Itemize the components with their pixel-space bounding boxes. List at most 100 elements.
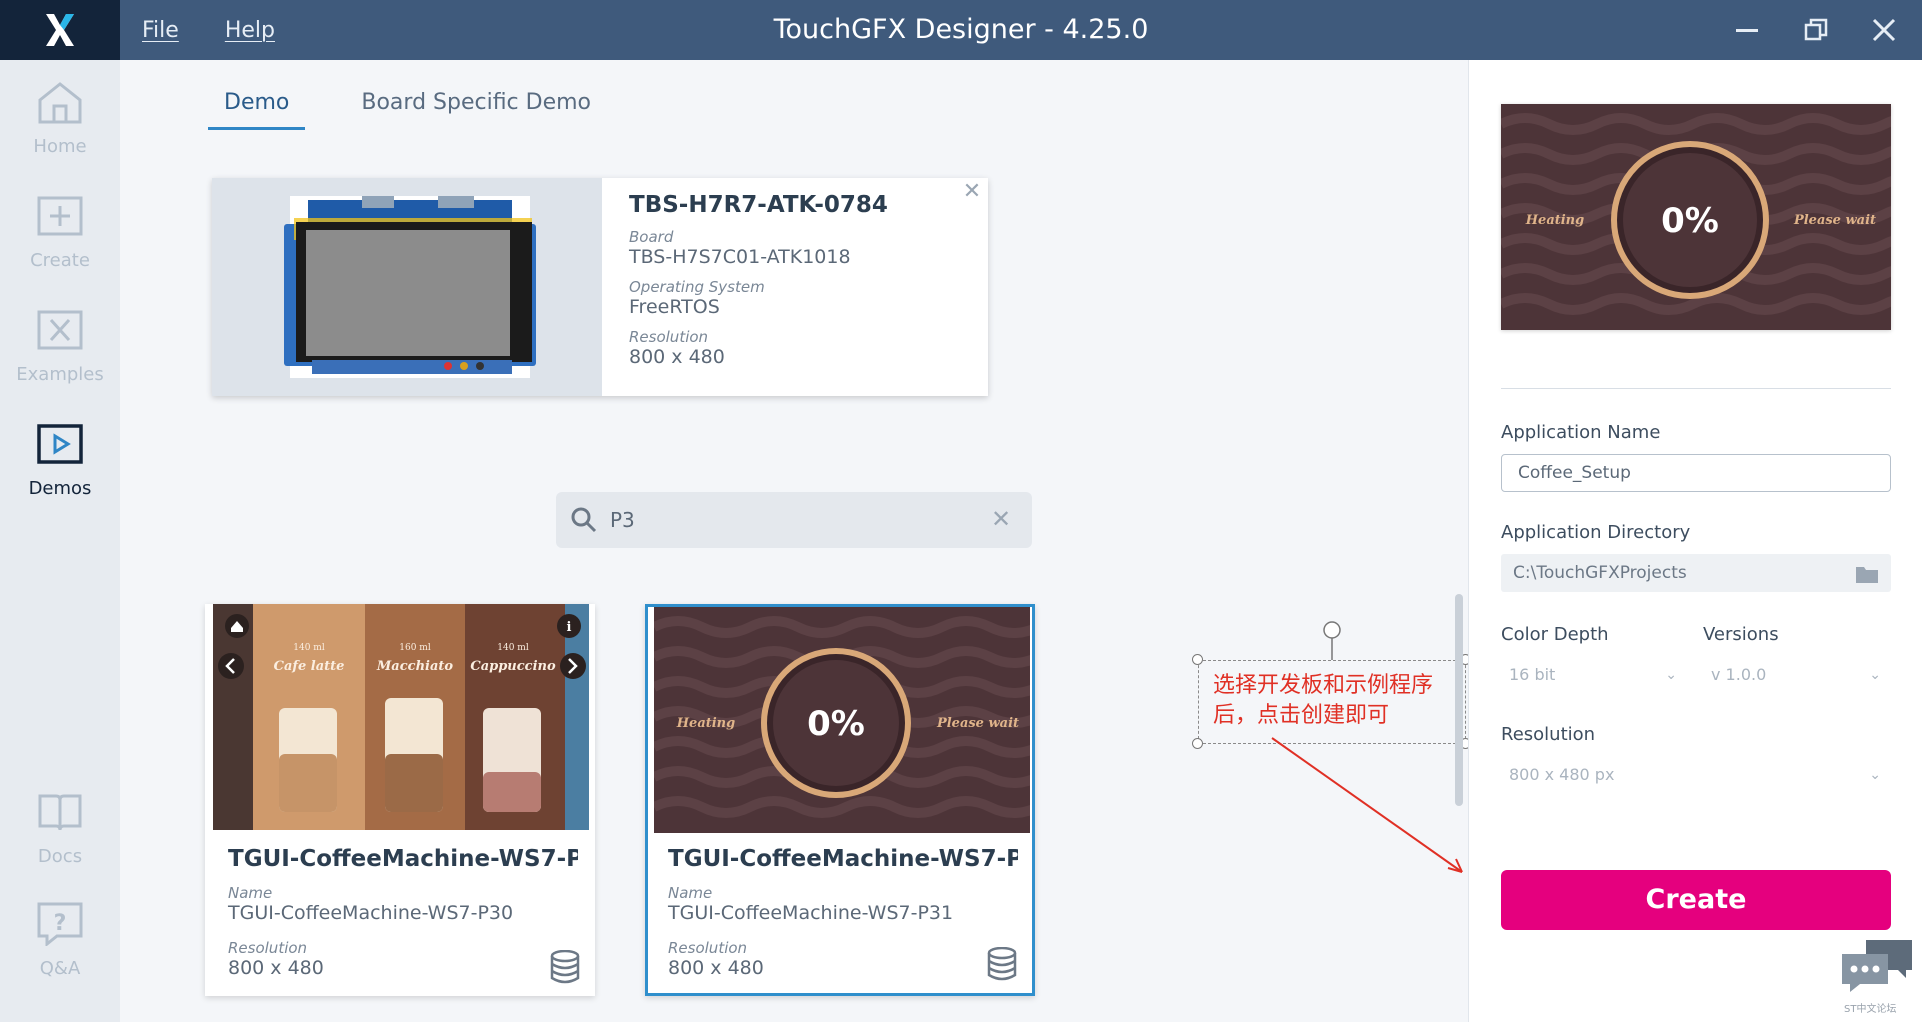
- annotation-text: 选择开发板和示例程序 后，点击创建即可: [1213, 671, 1433, 731]
- annotation-line: 选择开发板和示例程序: [1213, 673, 1434, 698]
- demo-card-selected[interactable]: 0% Heating Please wait TGUI-CoffeeMachin…: [645, 604, 1035, 996]
- board-name: TBS-H7R7-ATK-0784: [629, 192, 888, 218]
- drink-size: 140 ml: [293, 643, 325, 653]
- name-value: TGUI-CoffeeMachine-WS7-P30: [228, 902, 514, 924]
- sidebar-item-label: Q&A: [39, 958, 81, 979]
- restore-button[interactable]: [1794, 10, 1838, 50]
- sidebar-item-label: Examples: [16, 364, 104, 385]
- restore-icon: [1804, 18, 1828, 41]
- database-icon: [550, 950, 580, 984]
- color-depth-select[interactable]: 16 bit ⌄: [1501, 656, 1687, 694]
- sidebar-item-label: Create: [30, 250, 90, 271]
- sidebar-item-label: Docs: [37, 846, 83, 867]
- annotation-arrow: [1271, 737, 1463, 873]
- demo-tabs: Demo Board Specific Demo: [208, 88, 607, 130]
- examples-icon: [36, 306, 84, 354]
- question-icon: ?: [36, 900, 84, 948]
- demo-title: TGUI-CoffeeMachine-WS7-P...: [228, 846, 578, 872]
- sidebar-item-demos[interactable]: Demos: [0, 420, 120, 520]
- please-wait-label: Please wait: [1793, 213, 1876, 228]
- rotate-handle[interactable]: [1322, 620, 1342, 662]
- demos-icon: [36, 420, 84, 468]
- clear-search-icon[interactable]: ✕: [988, 506, 1014, 532]
- title-bar: File Help TouchGFX Designer - 4.25.0: [0, 0, 1922, 60]
- search-icon: [571, 507, 597, 533]
- sidebar-item-label: Home: [33, 136, 87, 157]
- tab-demo[interactable]: Demo: [208, 88, 306, 130]
- drink-name: Cafe latte: [274, 659, 345, 674]
- board-info: TBS-H7R7-ATK-0784 Board TBS-H7S7C01-ATK1…: [629, 192, 888, 378]
- close-button[interactable]: [1862, 10, 1906, 50]
- sidebar-item-docs[interactable]: Docs: [0, 788, 120, 888]
- app-directory-label: Application Directory: [1501, 522, 1691, 543]
- menu-help[interactable]: Help: [225, 18, 275, 43]
- preview-image: 0% Heating Please wait: [1501, 104, 1891, 330]
- board-label: Board: [629, 228, 674, 246]
- x-logo-icon: [46, 14, 74, 46]
- versions-select[interactable]: v 1.0.0 ⌄: [1703, 656, 1891, 694]
- app-directory-field[interactable]: C:\TouchGFXProjects: [1501, 554, 1891, 592]
- versions-value: v 1.0.0: [1711, 665, 1767, 684]
- demo-thumbnail: i 140 ml Cafe latte 160 ml Macchiato 140…: [213, 604, 589, 830]
- create-panel: 0% Heating Please wait Application Name …: [1468, 60, 1922, 1022]
- minimize-icon: [1736, 29, 1758, 32]
- app-name-input[interactable]: [1501, 454, 1891, 492]
- board-card[interactable]: TBS-H7R7-ATK-0784 Board TBS-H7S7C01-ATK1…: [212, 178, 988, 396]
- annotation-line: 后，点击创建即可: [1213, 703, 1390, 728]
- resize-handle[interactable]: [1192, 654, 1203, 665]
- color-depth-value: 16 bit: [1509, 665, 1556, 684]
- drink-size: 160 ml: [399, 643, 431, 653]
- window-title: TouchGFX Designer - 4.25.0: [773, 14, 1149, 45]
- menu-file[interactable]: File: [142, 18, 179, 43]
- drink-name: Cappuccino: [470, 659, 556, 674]
- resize-handle[interactable]: [1192, 738, 1203, 749]
- os-value: FreeRTOS: [629, 296, 720, 318]
- versions-label: Versions: [1703, 624, 1779, 645]
- resolution-value: 800 x 480: [228, 957, 324, 979]
- watermark-text: ST中文论坛: [1844, 1004, 1897, 1015]
- chat-icon: [1842, 940, 1912, 992]
- resolution-select[interactable]: 800 x 480 px ⌄: [1501, 756, 1891, 794]
- progress-percent: 0%: [1661, 201, 1719, 241]
- chevron-down-icon: ⌄: [1665, 667, 1677, 683]
- resolution-label: Resolution: [228, 939, 308, 957]
- resolution-label: Resolution: [668, 939, 748, 957]
- board-image: [212, 178, 602, 396]
- please-wait-label: Please wait: [936, 716, 1019, 731]
- os-label: Operating System: [629, 278, 765, 296]
- divider: [1501, 388, 1891, 389]
- board-value: TBS-H7S7C01-ATK1018: [629, 246, 851, 268]
- demo-title: TGUI-CoffeeMachine-WS7-P...: [668, 846, 1018, 872]
- resolution-value: 800 x 480 px: [1509, 765, 1615, 784]
- forum-chat-widget[interactable]: ST中文论坛: [1840, 936, 1916, 1020]
- create-icon: [36, 192, 84, 240]
- sidebar-item-home[interactable]: Home: [0, 78, 120, 178]
- chevron-down-icon: ⌄: [1869, 667, 1881, 683]
- app-directory-value: C:\TouchGFXProjects: [1513, 563, 1687, 583]
- sidebar-item-create[interactable]: Create: [0, 192, 120, 292]
- annotation-textbox[interactable]: 选择开发板和示例程序 后，点击创建即可: [1198, 660, 1466, 744]
- minimize-button[interactable]: [1725, 10, 1769, 50]
- sidebar-item-examples[interactable]: Examples: [0, 306, 120, 406]
- heating-label: Heating: [676, 716, 735, 731]
- name-label: Name: [668, 884, 713, 902]
- progress-percent: 0%: [807, 704, 865, 744]
- search-input[interactable]: [610, 502, 970, 538]
- demo-card[interactable]: i 140 ml Cafe latte 160 ml Macchiato 140…: [205, 604, 595, 996]
- resolution-value: 800 x 480: [668, 957, 764, 979]
- board-close-icon[interactable]: ✕: [960, 180, 984, 204]
- scrollbar-thumb[interactable]: [1455, 594, 1463, 806]
- resolution-value: 800 x 480: [629, 346, 725, 368]
- create-button[interactable]: Create: [1501, 870, 1891, 930]
- sidebar-item-qa[interactable]: ? Q&A: [0, 900, 120, 1000]
- touchgfx-logo: [0, 0, 120, 60]
- tab-board-specific-demo[interactable]: Board Specific Demo: [345, 88, 607, 130]
- close-icon: [1872, 18, 1896, 42]
- name-value: TGUI-CoffeeMachine-WS7-P31: [668, 902, 954, 924]
- database-icon: [987, 947, 1017, 981]
- heating-label: Heating: [1525, 213, 1584, 228]
- resolution-label: Resolution: [1501, 724, 1596, 745]
- menu-bar: File Help: [142, 0, 275, 60]
- svg-text:?: ?: [54, 911, 67, 936]
- folder-icon[interactable]: [1855, 564, 1879, 584]
